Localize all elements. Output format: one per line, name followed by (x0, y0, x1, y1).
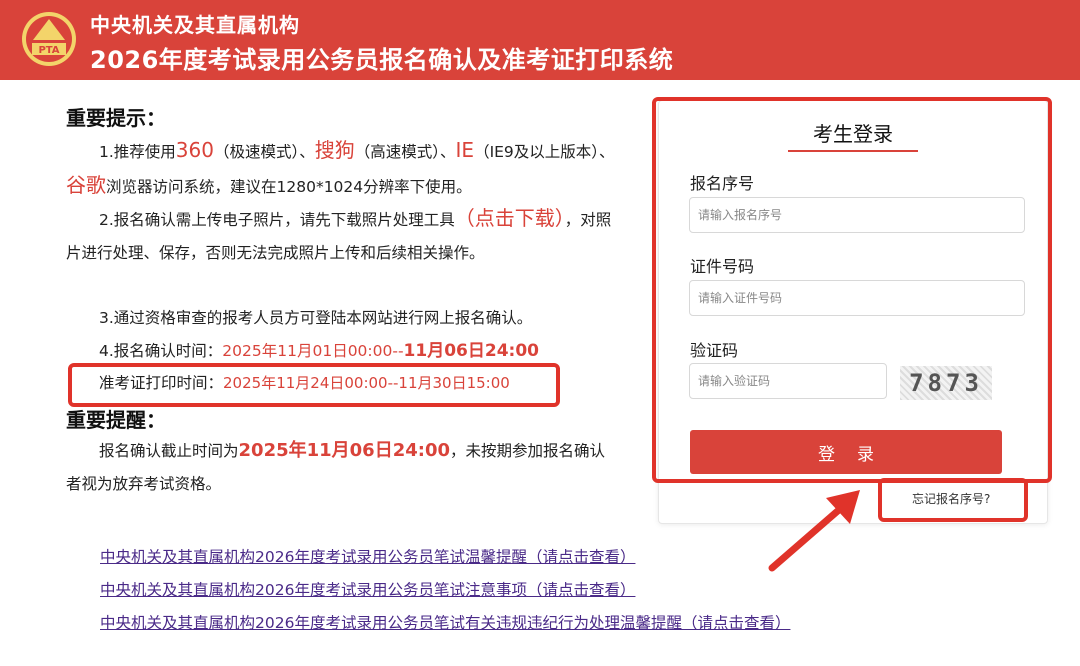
notice-item-1-suffix: 浏览器访问系统，建议在1280*1024分辨率下使用。 (106, 178, 472, 196)
forgot-highlight-box (878, 478, 1028, 522)
pta-logo-icon: PTA (22, 12, 76, 66)
reminder-prefix: 报名确认截止时间为 (99, 442, 239, 460)
header-system-title: 2026年度考试录用公务员报名确认及准考证打印系统 (90, 46, 674, 74)
browser-chrome: 谷歌 (66, 173, 106, 197)
notice-title: 重要提示： (66, 106, 166, 130)
link-violation-reminder[interactable]: 中央机关及其直属机构2026年度考试录用公务员笔试有关违规违纪行为处理温馨提醒（… (100, 611, 790, 633)
header-bar: PTA 中央机关及其直属机构 2026年度考试录用公务员报名确认及准考证打印系统 (0, 0, 1080, 80)
notice-item-3: 3.通过资格审查的报考人员方可登陆本网站进行网上报名确认。 (99, 309, 533, 327)
notice-item-2-prefix: 2.报名确认需上传电子照片，请先下载照片处理工具 (99, 211, 455, 229)
mode-3: （IE9及以上版本）、 (474, 143, 615, 161)
reminder-deadline: 2025年11月06日24:00 (238, 440, 451, 461)
confirm-time-start: 2025年11月01日00:00-- (222, 342, 404, 360)
header-org-name: 中央机关及其直属机构 (90, 13, 300, 37)
reminder-text: 报名确认截止时间为2025年11月06日24:00，未按期参加报名确认者视为放弃… (66, 434, 618, 501)
link-exam-reminder[interactable]: 中央机关及其直属机构2026年度考试录用公务员笔试温馨提醒（请点击查看） (100, 545, 635, 567)
browser-360: 360 (175, 138, 214, 162)
notice-item-1: 1.推荐使用360（极速模式）、搜狗（高速模式）、IE（IE9及以上版本）、谷歌… (66, 134, 618, 204)
notice-item-1-prefix: 1.推荐使用 (99, 143, 176, 161)
browser-sogou: 搜狗 (314, 138, 355, 162)
logo-text: PTA (38, 45, 59, 56)
mode-2: （高速模式）、 (354, 143, 456, 161)
download-tool-link[interactable]: （点击下载） (455, 206, 565, 230)
login-highlight-box (652, 97, 1052, 483)
reminder-title: 重要提醒： (66, 408, 166, 432)
confirm-time-label: 4.报名确认时间： (99, 342, 223, 360)
red-arrow-icon (768, 490, 860, 572)
mode-1: （极速模式）、 (213, 143, 315, 161)
notice-item-2: 2.报名确认需上传电子照片，请先下载照片处理工具（点击下载），对照片进行处理、保… (66, 202, 618, 270)
confirm-time-end: 11月06日24:00 (403, 341, 539, 361)
browser-ie: IE (455, 138, 475, 162)
link-exam-notes[interactable]: 中央机关及其直属机构2026年度考试录用公务员笔试注意事项（请点击查看） (100, 578, 635, 600)
print-time-highlight-box (68, 363, 560, 407)
